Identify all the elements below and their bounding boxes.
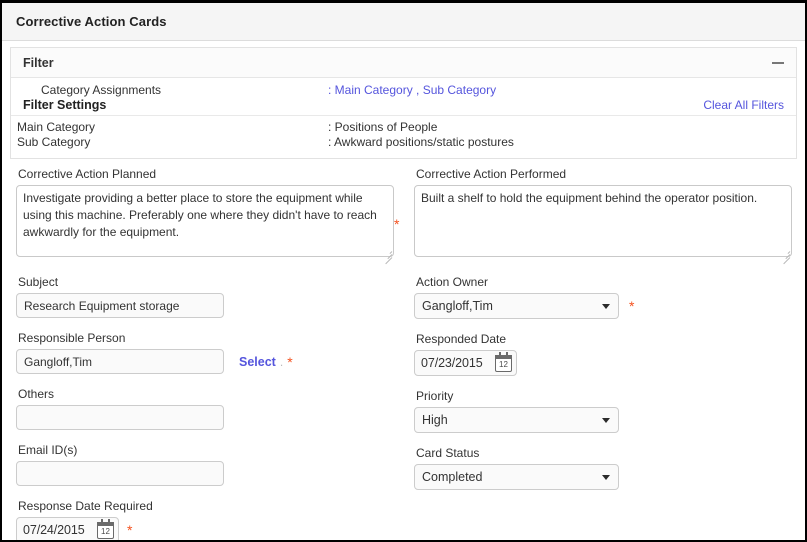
required-marker: * bbox=[127, 522, 133, 538]
required-marker: * bbox=[629, 298, 635, 314]
responsible-person-input[interactable] bbox=[16, 349, 224, 374]
action-owner-label: Action Owner bbox=[416, 275, 489, 289]
filter-title: Filter bbox=[23, 55, 54, 70]
main-category-value: : Positions of People bbox=[328, 120, 438, 134]
required-marker: * bbox=[287, 353, 293, 370]
corrective-action-performed-textarea[interactable] bbox=[414, 185, 792, 257]
subject-label: Subject bbox=[18, 275, 59, 289]
calendar-day-number: 12 bbox=[499, 359, 508, 369]
corrective-action-cards-window: Corrective Action Cards Filter Category … bbox=[0, 0, 807, 542]
calendar-day-number: 12 bbox=[101, 526, 110, 536]
calendar-icon[interactable]: 12 bbox=[97, 518, 114, 539]
card-status-label: Card Status bbox=[416, 446, 480, 460]
action-owner-group: Gangloff,Tim * bbox=[414, 293, 799, 319]
corrective-action-planned-group: * bbox=[16, 185, 411, 265]
sub-category-value: : Awkward positions/static postures bbox=[328, 135, 514, 149]
card-status-select[interactable]: Completed bbox=[414, 464, 619, 490]
window-titlebar: Corrective Action Cards bbox=[2, 3, 805, 41]
category-assignments-label: Category Assignments bbox=[41, 83, 162, 97]
corrective-action-planned-label: Corrective Action Planned bbox=[18, 167, 157, 181]
priority-label: Priority bbox=[416, 389, 454, 403]
filter-setting-row: Main Category : Positions of People bbox=[17, 120, 784, 135]
required-marker: * bbox=[394, 215, 400, 232]
response-date-required-value: 07/24/2015 bbox=[23, 523, 85, 537]
others-input[interactable] bbox=[16, 405, 224, 430]
email-ids-label: Email ID(s) bbox=[18, 443, 78, 457]
responsible-person-label: Responsible Person bbox=[18, 331, 126, 345]
filter-panel-header[interactable]: Filter bbox=[11, 48, 796, 78]
filter-settings-row: Filter Settings Clear All Filters bbox=[11, 98, 796, 116]
main-category-label: Main Category bbox=[17, 120, 96, 134]
category-assignments-value[interactable]: : Main Category , Sub Category bbox=[328, 83, 496, 97]
corrective-action-planned-textarea[interactable] bbox=[16, 185, 394, 257]
responded-date-value: 07/23/2015 bbox=[421, 356, 483, 370]
category-assignments-row: Category Assignments : Main Category , S… bbox=[11, 78, 796, 98]
response-date-required-group: 07/24/2015 12 * bbox=[16, 517, 411, 540]
responded-date-label: Responded Date bbox=[416, 332, 507, 346]
responsible-person-group: Select . * bbox=[16, 349, 411, 374]
filter-panel: Filter Category Assignments : Main Categ… bbox=[10, 47, 797, 159]
corrective-action-performed-label: Corrective Action Performed bbox=[416, 167, 567, 181]
corrective-action-form: Corrective Action Planned * Subject Resp… bbox=[10, 167, 799, 540]
clear-all-filters-link[interactable]: Clear All Filters bbox=[703, 98, 786, 112]
page-title: Corrective Action Cards bbox=[16, 14, 167, 29]
form-left-column: Corrective Action Planned * Subject Resp… bbox=[16, 167, 411, 540]
filter-settings-title: Filter Settings bbox=[23, 98, 107, 112]
email-ids-input[interactable] bbox=[16, 461, 224, 486]
response-date-required-field[interactable]: 07/24/2015 12 bbox=[16, 517, 119, 540]
others-label: Others bbox=[18, 387, 55, 401]
corrective-action-performed-group bbox=[414, 185, 799, 265]
filter-setting-row: Sub Category : Awkward positions/static … bbox=[17, 135, 784, 150]
filter-settings-list: Main Category : Positions of People Sub … bbox=[11, 116, 796, 158]
sub-category-label: Sub Category bbox=[17, 135, 91, 149]
calendar-icon[interactable]: 12 bbox=[495, 351, 512, 372]
responded-date-field[interactable]: 07/23/2015 12 bbox=[414, 350, 517, 376]
subject-input[interactable] bbox=[16, 293, 224, 318]
response-date-required-label: Response Date Required bbox=[18, 499, 153, 513]
minus-icon[interactable] bbox=[772, 57, 784, 69]
form-right-column: Corrective Action Performed Action Owner… bbox=[414, 167, 799, 490]
dot-separator: . bbox=[279, 354, 284, 369]
action-owner-select[interactable]: Gangloff,Tim bbox=[414, 293, 619, 319]
filter-panel-body: Category Assignments : Main Category , S… bbox=[11, 78, 796, 158]
priority-select[interactable]: High bbox=[414, 407, 619, 433]
select-person-link[interactable]: Select bbox=[239, 355, 276, 369]
